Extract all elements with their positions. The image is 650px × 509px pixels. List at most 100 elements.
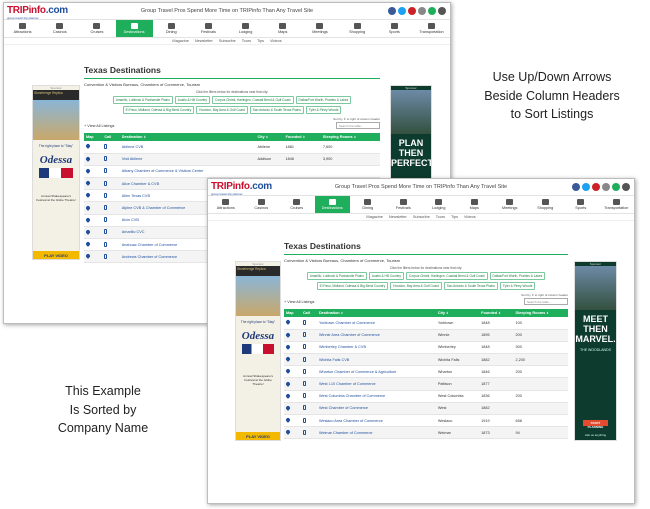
map-pin-icon[interactable] bbox=[85, 180, 91, 186]
nav-item-lodging[interactable]: Lodging bbox=[421, 196, 457, 213]
map-pin-icon[interactable] bbox=[285, 344, 291, 350]
destination-link[interactable]: Amarillo CVC bbox=[122, 230, 145, 234]
sort-arrows-icon[interactable]: ⇕ bbox=[498, 311, 501, 315]
map-pin-icon[interactable] bbox=[285, 319, 291, 326]
destination-link[interactable]: Albany Chamber of Commerce & Visitors Ce… bbox=[122, 169, 204, 173]
play-video-button[interactable]: PLAY VIDEO bbox=[33, 251, 79, 259]
destination-link[interactable]: West I-10 Chamber of Commerce bbox=[319, 382, 376, 386]
region-filter-button[interactable]: Houston, Bay Area & Gulf Coast bbox=[196, 106, 248, 114]
start-planning-button[interactable]: START PLANNING bbox=[583, 420, 608, 429]
destination-link[interactable]: Visit Abilene bbox=[122, 157, 143, 161]
social-icon[interactable] bbox=[438, 7, 446, 15]
odessa-ad[interactable]: Sponsor Stonehenge Replica The right pla… bbox=[235, 261, 281, 441]
nav-item-attractions[interactable]: Attractions bbox=[4, 20, 41, 37]
nav-item-casinos[interactable]: Casinos bbox=[41, 20, 78, 37]
column-header-city[interactable]: City⇕ bbox=[435, 309, 480, 317]
nav-item-cruises[interactable]: Cruises bbox=[78, 20, 115, 37]
phone-icon[interactable] bbox=[104, 143, 108, 149]
column-header-sleeping-rooms[interactable]: Sleeping Rooms⇕ bbox=[513, 309, 568, 317]
region-filter-button[interactable]: Austin & Hill Country bbox=[368, 272, 405, 280]
region-filter-button[interactable]: El Paso, Midland, Odessa & Big Bend Coun… bbox=[316, 282, 389, 290]
phone-icon[interactable] bbox=[302, 344, 306, 350]
region-filter-button[interactable]: Amarillo, Lubbock & Panhandle Plains bbox=[112, 96, 173, 104]
map-pin-icon[interactable] bbox=[285, 429, 291, 436]
sort-arrows-icon[interactable]: ⇕ bbox=[446, 311, 449, 315]
social-icon[interactable] bbox=[582, 183, 590, 191]
sort-arrows-icon[interactable]: ⇕ bbox=[143, 135, 146, 139]
nav-item-dining[interactable]: Dining bbox=[350, 196, 386, 213]
column-header-destination[interactable]: Destination⇕ bbox=[316, 309, 436, 317]
region-filter-button[interactable]: Corpus Christi, Harlingen, Coastal Bend … bbox=[212, 96, 294, 104]
social-icon[interactable] bbox=[418, 7, 426, 15]
region-filter-button[interactable]: Dallas/Fort Worth, Prairies & Lakes bbox=[295, 96, 352, 104]
phone-icon[interactable] bbox=[104, 241, 108, 247]
nav-item-sports[interactable]: Sports bbox=[376, 20, 413, 37]
view-all-listings-button[interactable]: + View All Listings bbox=[84, 124, 114, 128]
social-icon[interactable] bbox=[398, 7, 406, 15]
sub-nav-tours[interactable]: Tours bbox=[436, 215, 445, 219]
sort-arrows-icon[interactable]: ⇕ bbox=[354, 135, 357, 139]
social-icon[interactable] bbox=[572, 183, 580, 191]
destination-link[interactable]: Wichita Falls CVB bbox=[319, 358, 349, 362]
map-pin-icon[interactable] bbox=[85, 229, 91, 235]
map-pin-icon[interactable] bbox=[85, 168, 91, 174]
nav-item-sports[interactable]: Sports bbox=[563, 196, 599, 213]
region-filter-button[interactable]: San Antonio & South Texas Plains bbox=[249, 106, 304, 114]
destination-link[interactable]: Allen Texas CVB bbox=[122, 194, 150, 198]
destination-link[interactable]: Alpine CVB & Chamber of Commerce bbox=[122, 206, 186, 210]
map-pin-icon[interactable] bbox=[85, 253, 91, 260]
map-pin-icon[interactable] bbox=[285, 417, 291, 423]
region-filter-button[interactable]: Austin & Hill Country bbox=[174, 96, 211, 104]
column-header-destination[interactable]: Destination⇕ bbox=[119, 133, 256, 141]
sub-nav-tours[interactable]: Tours bbox=[242, 39, 251, 43]
sort-arrows-icon[interactable]: ⇕ bbox=[303, 135, 306, 139]
destination-link[interactable]: Wimberley Chamber & CVB bbox=[319, 345, 366, 349]
sort-arrows-icon[interactable]: ⇕ bbox=[266, 135, 269, 139]
column-header-map[interactable]: Map bbox=[284, 309, 301, 317]
column-header-founded[interactable]: Founded⇕ bbox=[283, 133, 321, 141]
destination-link[interactable]: Wharton Chamber of Commerce & Agricultur… bbox=[319, 370, 396, 374]
destination-link[interactable]: West Chamber of Commerce bbox=[319, 406, 368, 410]
phone-icon[interactable] bbox=[104, 229, 108, 235]
nav-item-shopping[interactable]: Shopping bbox=[339, 20, 376, 37]
plan-ad[interactable]: Sponsor PLAN THEN PERFECT. bbox=[390, 85, 432, 190]
map-pin-icon[interactable] bbox=[85, 216, 91, 223]
phone-icon[interactable] bbox=[302, 356, 306, 362]
phone-icon[interactable] bbox=[104, 180, 108, 186]
sub-nav-newsletter[interactable]: Newsletter bbox=[389, 215, 407, 219]
nav-item-destinations[interactable]: Destinations bbox=[314, 196, 350, 213]
region-filter-button[interactable]: San Antonio & South Texas Plains bbox=[443, 282, 498, 290]
column-header-sleeping-rooms[interactable]: Sleeping Rooms⇕ bbox=[320, 133, 380, 141]
phone-icon[interactable] bbox=[302, 332, 306, 338]
region-filter-button[interactable]: El Paso, Midland, Odessa & Big Bend Coun… bbox=[122, 106, 195, 114]
region-filter-button[interactable]: Dallas/Fort Worth, Prairies & Lakes bbox=[489, 272, 546, 280]
region-filter-button[interactable]: Houston, Bay Area & Gulf Coast bbox=[390, 282, 442, 290]
social-icon[interactable] bbox=[428, 7, 436, 15]
phone-icon[interactable] bbox=[104, 253, 108, 259]
map-pin-icon[interactable] bbox=[285, 380, 291, 387]
phone-icon[interactable] bbox=[302, 417, 306, 423]
nav-item-casinos[interactable]: Casinos bbox=[244, 196, 280, 213]
nav-item-festivals[interactable]: Festivals bbox=[190, 20, 227, 37]
nav-item-cruises[interactable]: Cruises bbox=[279, 196, 315, 213]
nav-item-lodging[interactable]: Lodging bbox=[227, 20, 264, 37]
phone-icon[interactable] bbox=[104, 217, 108, 223]
sub-nav-newsletter[interactable]: Newsletter bbox=[195, 39, 213, 43]
social-icon[interactable] bbox=[388, 7, 396, 15]
destination-link[interactable]: Yorktown Chamber of Commerce bbox=[319, 321, 375, 325]
sub-nav-tips[interactable]: Tips bbox=[257, 39, 264, 43]
region-filter-button[interactable]: Corpus Christi, Harlingen, Coastal Bend … bbox=[406, 272, 488, 280]
sub-nav-subscribe[interactable]: Subscribe bbox=[219, 39, 236, 43]
nav-item-festivals[interactable]: Festivals bbox=[386, 196, 422, 213]
phone-icon[interactable] bbox=[302, 405, 306, 411]
column-header-call[interactable]: Call bbox=[300, 309, 317, 317]
map-pin-icon[interactable] bbox=[85, 143, 91, 150]
view-all-listings-button[interactable]: + View All Listings bbox=[284, 300, 314, 304]
phone-icon[interactable] bbox=[302, 319, 306, 325]
phone-icon[interactable] bbox=[104, 168, 108, 174]
nav-item-meetings[interactable]: Meetings bbox=[492, 196, 528, 213]
social-icon[interactable] bbox=[612, 183, 620, 191]
destination-link[interactable]: Abilene CVB bbox=[122, 145, 144, 149]
destination-link[interactable]: Weimar Chamber of Commerce bbox=[319, 431, 373, 435]
sub-nav-tips[interactable]: Tips bbox=[451, 215, 458, 219]
